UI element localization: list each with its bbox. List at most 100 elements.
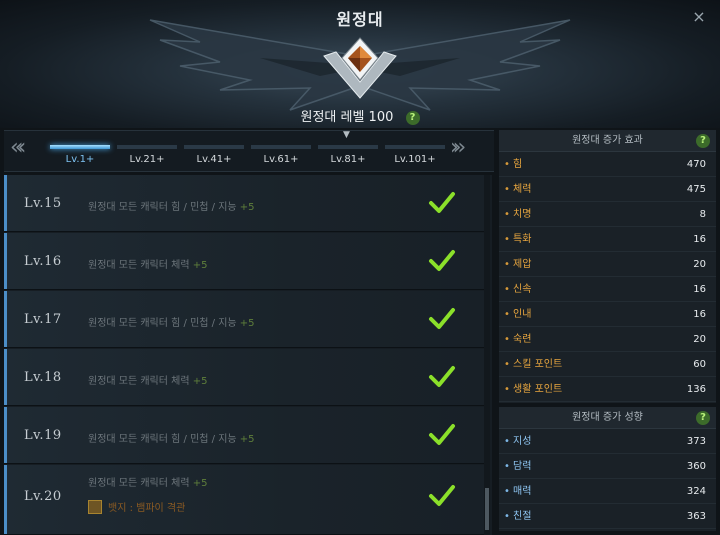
tab-lv21[interactable]: Lv.21+ (115, 145, 179, 171)
reward-description: 원정대 모든 캐릭터 체력 +5 (88, 474, 207, 489)
tab-indicator (184, 145, 244, 149)
stat-name: 스킬 포인트 (513, 359, 563, 370)
reward-text: 원정대 모든 캐릭터 힘 / 민첩 / 지능 (88, 202, 237, 213)
next-tier-chevron-icon[interactable]: ›» (450, 135, 490, 161)
badge-icon (88, 500, 102, 514)
tab-indicator (50, 145, 110, 149)
list-item: Lv.18 원정대 모든 캐릭터 체력 +5 (4, 349, 484, 406)
stat-value: 20 (693, 259, 706, 270)
stat-row: • 제압 20 (499, 252, 716, 277)
reward-bonus: +5 (239, 434, 255, 445)
bullet-icon: • (504, 184, 510, 195)
reward-text: 원정대 모든 캐릭터 체력 (88, 376, 190, 387)
tab-indicator (251, 145, 311, 149)
stat-name: 생활 포인트 (513, 384, 563, 395)
stat-row: • 특화 16 (499, 227, 716, 252)
stat-row: • 숙련 20 (499, 327, 716, 352)
checkmark-icon (429, 250, 455, 271)
help-icon[interactable]: ? (405, 111, 420, 125)
reward-text: 원정대 모든 캐릭터 체력 (88, 260, 190, 271)
stat-name: 제압 (513, 259, 532, 270)
stat-value: 470 (686, 159, 706, 170)
level-reward-list[interactable]: Lv.15 원정대 모든 캐릭터 힘 / 민첩 / 지능 +5 Lv.16 원정… (4, 175, 492, 535)
stat-name: 친절 (513, 511, 532, 522)
reward-text: 원정대 모든 캐릭터 힘 / 민첩 / 지능 (88, 434, 237, 445)
list-item: Lv.15 원정대 모든 캐릭터 힘 / 민첩 / 지능 +5 (4, 175, 484, 232)
help-icon[interactable]: ? (696, 134, 710, 148)
stat-row: • 치명 8 (499, 202, 716, 227)
stat-value: 136 (686, 384, 706, 395)
stat-value: 20 (693, 334, 706, 345)
stat-value: 60 (693, 359, 706, 370)
tab-lv41[interactable]: Lv.41+ (182, 145, 246, 171)
stat-value: 16 (693, 284, 706, 295)
bullet-icon: • (504, 284, 510, 295)
expedition-traits-panel: 원정대 증가 성향 ? • 지성 373 • 담력 360 • 매력 324 • 친절 363 (499, 407, 716, 531)
prev-tier-chevron-icon[interactable]: «‹ (10, 135, 50, 161)
bullet-icon: • (504, 436, 510, 447)
tab-lv61[interactable]: Lv.61+ (249, 145, 313, 171)
stat-name: 담력 (513, 461, 532, 472)
stat-name: 매력 (513, 486, 532, 497)
reward-description: 원정대 모든 캐릭터 체력 +5 (88, 372, 207, 387)
stat-value: 16 (693, 309, 706, 320)
stat-name: 특화 (513, 234, 532, 245)
bullet-icon: • (504, 159, 510, 170)
scrollbar-thumb[interactable] (485, 488, 489, 530)
bullet-icon: • (504, 486, 510, 497)
bullet-icon: • (504, 384, 510, 395)
close-icon[interactable]: × (690, 8, 708, 26)
level-label: Lv.17 (24, 312, 62, 327)
bullet-icon: • (504, 309, 510, 320)
list-scrollbar[interactable] (484, 175, 490, 535)
window-title: 원정대 (336, 10, 384, 29)
tab-indicator (385, 145, 445, 149)
expedition-level: 원정대 레벨 100 ? (0, 106, 720, 125)
list-item: Lv.17 원정대 모든 캐릭터 힘 / 민첩 / 지능 +5 (4, 291, 484, 348)
level-label: Lv.19 (24, 428, 62, 443)
bullet-icon: • (504, 259, 510, 270)
checkmark-icon (429, 485, 455, 506)
bullet-icon: • (504, 461, 510, 472)
stat-row: • 신속 16 (499, 277, 716, 302)
reward-bonus: +5 (192, 478, 208, 489)
bullet-icon: • (504, 511, 510, 522)
tab-lv81[interactable]: Lv.81+ (316, 145, 380, 171)
reward-text: 원정대 모든 캐릭터 체력 (88, 478, 190, 489)
list-item: Lv.20 원정대 모든 캐릭터 체력 +5 뱃지 : 뱀파이 격관 (4, 465, 484, 535)
stat-row: • 지성 373 (499, 429, 716, 454)
checkmark-icon (429, 192, 455, 213)
help-icon[interactable]: ? (696, 411, 710, 425)
level-label: Lv.18 (24, 370, 62, 385)
reward-description: 원정대 모든 캐릭터 힘 / 민첩 / 지능 +5 (88, 198, 255, 213)
stat-value: 373 (686, 436, 706, 447)
tab-lv1[interactable]: Lv.1+ (48, 145, 112, 171)
level-label: Lv.20 (24, 489, 62, 504)
checkmark-icon (429, 366, 455, 387)
reward-bonus: +5 (239, 318, 255, 329)
level-tier-tabs: «‹ Lv.1+ Lv.21+ Lv.41+ Lv.61+ Lv.81+ Lv.… (4, 130, 494, 172)
stat-name: 지성 (513, 436, 532, 447)
tab-lv101[interactable]: Lv.101+ (383, 145, 447, 171)
level-label: Lv.15 (24, 196, 62, 211)
reward-description: 원정대 모든 캐릭터 힘 / 민첩 / 지능 +5 (88, 314, 255, 329)
current-tier-marker-icon: ▼ (343, 130, 350, 140)
tab-label: Lv.1+ (65, 154, 95, 165)
stat-name: 치명 (513, 209, 532, 220)
effects-title: 원정대 증가 효과 (572, 135, 643, 146)
stat-value: 363 (686, 511, 706, 522)
tab-indicator (318, 145, 378, 149)
stat-row: • 친절 363 (499, 504, 716, 529)
stat-value: 8 (699, 209, 706, 220)
panel-title: 원정대 증가 효과 ? (499, 130, 716, 152)
expedition-level-text: 원정대 레벨 100 (300, 110, 394, 125)
stat-row: • 생활 포인트 136 (499, 377, 716, 402)
tab-label: Lv.101+ (394, 154, 436, 165)
stat-row: • 매력 324 (499, 479, 716, 504)
tab-label: Lv.21+ (129, 154, 165, 165)
reward-bonus: +5 (192, 376, 208, 387)
stat-value: 360 (686, 461, 706, 472)
stat-value: 324 (686, 486, 706, 497)
reward-bonus: +5 (192, 260, 208, 271)
bullet-icon: • (504, 234, 510, 245)
